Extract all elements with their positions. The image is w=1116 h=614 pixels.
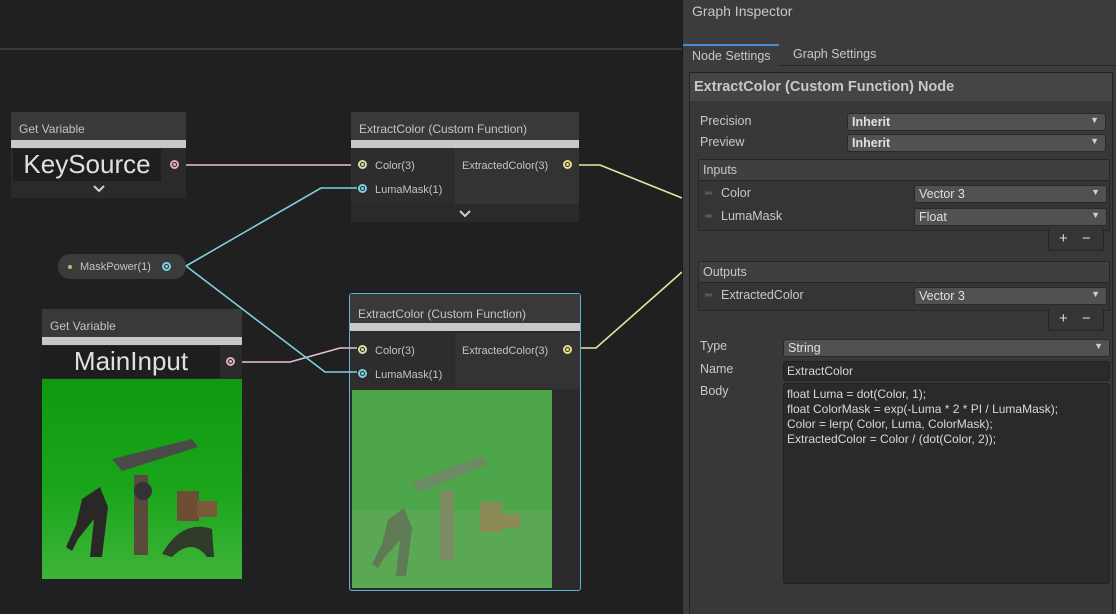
code-line: ExtractedColor = Color / (dot(Color, 2))… [787,432,997,446]
outputs-header: Outputs [699,262,1109,283]
property-label: MaskPower(1) [80,261,151,273]
node-settings-title: ExtractColor (Custom Function) Node [690,73,1112,101]
inspector-title: Graph Inspector [692,3,793,19]
body-label: Body [700,384,729,398]
node-header-bar [350,323,580,331]
inputs-header: Inputs [699,160,1109,181]
output-port[interactable] [170,160,179,169]
output-slots [455,333,580,389]
chevron-down-icon: ▼ [1091,289,1100,299]
precision-dropdown[interactable]: Inherit ▼ [847,113,1106,131]
input-type-dropdown-color[interactable]: Vector 3 ▼ [914,185,1107,203]
mask-power-property-node[interactable]: MaskPower(1) [58,254,186,279]
output-port[interactable] [226,357,235,366]
outputs-list: Outputs ═ ExtractedColor Vector 3 ▼ [698,261,1110,311]
output-type-dropdown[interactable]: Vector 3 ▼ [914,287,1107,305]
output-slots [454,148,579,204]
tab-node-settings[interactable]: Node Settings [683,44,779,66]
node-header-bar [351,140,579,148]
output-port[interactable] [563,160,572,169]
variable-name: KeySource [13,149,161,181]
node-title: ExtractColor (Custom Function) [350,294,580,323]
node-title: ExtractColor (Custom Function) [351,112,579,140]
output-label: ExtractedColor(3) [462,345,549,357]
property-dot [68,265,72,269]
shader-graph-window: Get Variable KeySource ExtractColor (Cus… [0,0,1116,614]
add-input-button[interactable]: + [1059,230,1068,247]
remove-input-button[interactable]: − [1082,230,1091,247]
input-label-color: Color(3) [375,160,415,172]
input-port-color[interactable] [358,345,367,354]
extract-color-node-1[interactable]: ExtractColor (Custom Function) Color(3) … [351,112,579,222]
input-name-color: Color [721,186,751,200]
output-port[interactable] [162,262,171,271]
output-name-extractedcolor: ExtractedColor [721,288,804,302]
input-type-dropdown-lumamask[interactable]: Float ▼ [914,208,1107,226]
inputs-list: Inputs ═ Color Vector 3 ▼ ═ LumaMask Flo… [698,159,1110,231]
drag-handle-icon[interactable]: ═ [705,211,712,222]
get-variable-node-keysource[interactable]: Get Variable KeySource [11,112,186,198]
code-line: float Luma = dot(Color, 1); [787,387,927,401]
node-header: Get Variable [11,112,186,140]
chevron-down-icon: ▼ [1090,115,1099,125]
preview-value: Inherit [852,136,891,150]
node-preview-image [352,390,552,588]
node-settings-panel: ExtractColor (Custom Function) Node Prec… [689,72,1113,614]
remove-output-button[interactable]: − [1082,310,1091,327]
chevron-down-icon: ▼ [1091,210,1100,220]
preview-label: Preview [700,135,745,149]
node-preview-image [42,379,242,579]
function-body-textarea[interactable]: float Luma = dot(Color, 1); float ColorM… [783,383,1110,584]
function-name-field[interactable]: ExtractColor [783,361,1110,381]
get-variable-node-maininput[interactable]: Get Variable MainInput [42,309,242,579]
type-value: String [788,341,821,355]
output-port[interactable] [563,345,572,354]
precision-value: Inherit [852,115,891,129]
chevron-down-icon: ▼ [1091,187,1100,197]
outputs-add-remove: + − [1048,309,1104,331]
chevron-down-icon: ▼ [1094,341,1103,351]
node-header: Get Variable [42,309,242,337]
chevron-down-icon: ▼ [1090,136,1099,146]
type-label: Type [700,339,728,353]
input-label-lumamask: LumaMask(1) [375,369,443,381]
drag-handle-icon[interactable]: ═ [705,188,712,199]
output-label: ExtractedColor(3) [462,160,549,172]
precision-label: Precision [700,114,752,128]
chevron-down-icon[interactable] [89,182,109,196]
inputs-add-remove: + − [1048,229,1104,251]
inspector-tab-bar: Node Settings Graph Settings [683,44,1116,66]
type-dropdown[interactable]: String ▼ [783,339,1110,357]
graph-canvas[interactable]: Get Variable KeySource ExtractColor (Cus… [0,0,682,614]
input-type-value: Vector 3 [919,187,965,201]
input-port-lumamask[interactable] [358,184,367,193]
input-type-value: Float [919,210,947,224]
variable-name: MainInput [42,346,220,378]
drag-handle-icon[interactable]: ═ [705,290,712,301]
output-type-value: Vector 3 [919,289,965,303]
chevron-down-icon[interactable] [455,207,475,221]
add-output-button[interactable]: + [1059,310,1068,327]
extract-color-node-2[interactable]: ExtractColor (Custom Function) Color(3) … [349,293,581,591]
input-label-lumamask: LumaMask(1) [375,184,443,196]
node-header-bar [11,140,186,148]
node-header-bar [42,337,242,345]
preview-dropdown[interactable]: Inherit ▼ [847,134,1106,152]
graph-toolbar-divider [0,48,682,50]
input-name-lumamask: LumaMask [721,209,783,223]
input-port-color[interactable] [358,160,367,169]
tab-graph-settings[interactable]: Graph Settings [779,44,889,66]
graph-inspector-panel: Graph Inspector Node Settings Graph Sett… [682,0,1116,614]
code-line: Color = lerp( Color, Luma, ColorMask); [787,417,993,431]
input-port-lumamask[interactable] [358,369,367,378]
code-line: float ColorMask = exp(-Luma * 2 * PI / L… [787,402,1059,416]
name-label: Name [700,362,734,376]
input-label-color: Color(3) [375,345,415,357]
